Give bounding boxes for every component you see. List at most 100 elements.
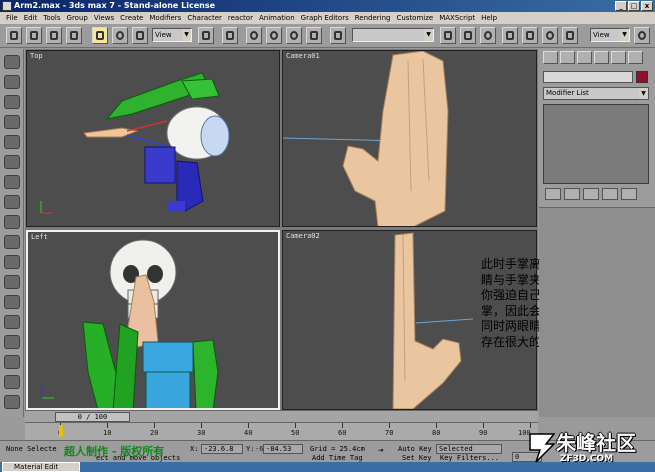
- schematic-view-button[interactable]: [522, 27, 538, 44]
- tool-button-6[interactable]: [4, 155, 20, 169]
- tool-button-15[interactable]: [4, 335, 20, 349]
- viewport-label[interactable]: Top: [30, 52, 43, 60]
- menu-edit[interactable]: Edit: [21, 12, 41, 24]
- tick-10: [107, 423, 108, 428]
- modifier-list-dropdown[interactable]: Modifier List ▼: [543, 87, 649, 100]
- pivot-button[interactable]: [198, 27, 214, 44]
- quick-render-button[interactable]: [634, 27, 650, 44]
- close-button[interactable]: x: [641, 1, 653, 11]
- tick-70: [389, 423, 390, 428]
- tool-button-4[interactable]: [4, 115, 20, 129]
- reference-coordinate-dropdown[interactable]: View ▼: [152, 28, 192, 42]
- move-button[interactable]: [92, 27, 108, 44]
- pin-stack-button[interactable]: [545, 188, 561, 200]
- viewport-label[interactable]: Camera02: [286, 232, 320, 240]
- remove-modifier-button[interactable]: [602, 188, 618, 200]
- menu-help[interactable]: Help: [478, 12, 500, 24]
- create-tab[interactable]: [543, 51, 558, 64]
- render-type-dropdown[interactable]: View ▼: [590, 28, 630, 42]
- align-button[interactable]: [460, 27, 476, 44]
- time-slider[interactable]: 0 / 100: [25, 410, 538, 422]
- viewport-top[interactable]: Top: [26, 50, 280, 227]
- modifier-stack[interactable]: [543, 104, 649, 184]
- key-mode-dropdown[interactable]: Selected: [436, 444, 502, 454]
- manipulate-button[interactable]: [222, 27, 238, 44]
- angle-snap-button[interactable]: [266, 27, 282, 44]
- tick-label-50: 50: [291, 429, 300, 437]
- window-title: Arm2.max - 3ds max 7 - Stand-alone Licen…: [14, 1, 215, 10]
- viewport-label[interactable]: Left: [31, 233, 48, 241]
- menu-views[interactable]: Views: [91, 12, 117, 24]
- tool-button-2[interactable]: [4, 75, 20, 89]
- tool-button-8[interactable]: [4, 195, 20, 209]
- modify-tab[interactable]: [560, 51, 575, 64]
- menu-group[interactable]: Group: [64, 12, 91, 24]
- tool-button-16[interactable]: [4, 355, 20, 369]
- tool-button-17[interactable]: [4, 375, 20, 389]
- tool-button-18[interactable]: [4, 395, 20, 409]
- viewport-camera01[interactable]: Camera01: [282, 50, 537, 227]
- menu-graph-editors[interactable]: Graph Editors: [298, 12, 352, 24]
- taskbar-material-editor[interactable]: Material Edit: [2, 462, 80, 472]
- tool-button-3[interactable]: [4, 95, 20, 109]
- menu-modifiers[interactable]: Modifiers: [146, 12, 184, 24]
- select-link-button[interactable]: [6, 27, 22, 44]
- mirror-button[interactable]: [440, 27, 456, 44]
- display-tab[interactable]: [611, 51, 626, 64]
- tool-button-1[interactable]: [4, 55, 20, 69]
- menu-character[interactable]: Character: [184, 12, 225, 24]
- key-icon[interactable]: ⊸: [378, 447, 383, 456]
- x-coordinate-field[interactable]: -23.6.8: [201, 444, 243, 454]
- menu-create[interactable]: Create: [117, 12, 146, 24]
- menu-reactor[interactable]: reactor: [225, 12, 256, 24]
- layer-manager-button[interactable]: [480, 27, 496, 44]
- menu-customize[interactable]: Customize: [393, 12, 436, 24]
- menu-bar: File Edit Tools Group Views Create Modif…: [0, 12, 655, 24]
- select-by-name-button[interactable]: [46, 27, 62, 44]
- spinner-snap-button[interactable]: [306, 27, 322, 44]
- menu-animation[interactable]: Animation: [256, 12, 298, 24]
- named-selection-dropdown[interactable]: ▼: [352, 28, 434, 42]
- maximize-button[interactable]: □: [628, 1, 640, 11]
- tool-button-12[interactable]: [4, 275, 20, 289]
- make-unique-button[interactable]: [583, 188, 599, 200]
- tool-button-10[interactable]: [4, 235, 20, 249]
- tool-button-14[interactable]: [4, 315, 20, 329]
- viewport-label[interactable]: Camera01: [286, 52, 320, 60]
- configure-sets-button[interactable]: [621, 188, 637, 200]
- track-bar[interactable]: 0 10 20 30 40 50 60 70 80 90 100: [25, 422, 538, 440]
- x-label: X:: [190, 445, 199, 453]
- scale-button[interactable]: [132, 27, 148, 44]
- menu-file[interactable]: File: [3, 12, 21, 24]
- menu-maxscript[interactable]: MAXScript: [436, 12, 478, 24]
- curve-editor-button[interactable]: [502, 27, 518, 44]
- auto-key-button[interactable]: Auto Key: [398, 445, 432, 454]
- object-name-field[interactable]: [543, 71, 633, 83]
- viewport-left[interactable]: Left: [26, 230, 280, 410]
- material-editor-button[interactable]: [542, 27, 558, 44]
- time-slider-thumb[interactable]: 0 / 100: [55, 412, 130, 422]
- render-scene-button[interactable]: [562, 27, 578, 44]
- key-marker[interactable]: [59, 425, 63, 437]
- named-selection-button[interactable]: [330, 27, 346, 44]
- rotate-button[interactable]: [112, 27, 128, 44]
- snap-button[interactable]: [246, 27, 262, 44]
- app-icon: [2, 1, 12, 11]
- object-color-swatch[interactable]: [636, 71, 648, 83]
- utilities-tab[interactable]: [628, 51, 643, 64]
- minimize-button[interactable]: _: [615, 1, 627, 11]
- tool-button-9[interactable]: [4, 215, 20, 229]
- menu-rendering[interactable]: Rendering: [352, 12, 394, 24]
- show-end-result-button[interactable]: [564, 188, 580, 200]
- select-object-button[interactable]: [26, 27, 42, 44]
- hierarchy-tab[interactable]: [577, 51, 592, 64]
- motion-tab[interactable]: [594, 51, 609, 64]
- percent-snap-button[interactable]: [286, 27, 302, 44]
- tool-button-7[interactable]: [4, 175, 20, 189]
- tool-button-13[interactable]: [4, 295, 20, 309]
- z-coordinate-field[interactable]: -84.53: [263, 444, 303, 454]
- region-select-button[interactable]: [66, 27, 82, 44]
- tool-button-11[interactable]: [4, 255, 20, 269]
- menu-tools[interactable]: Tools: [40, 12, 63, 24]
- tool-button-5[interactable]: [4, 135, 20, 149]
